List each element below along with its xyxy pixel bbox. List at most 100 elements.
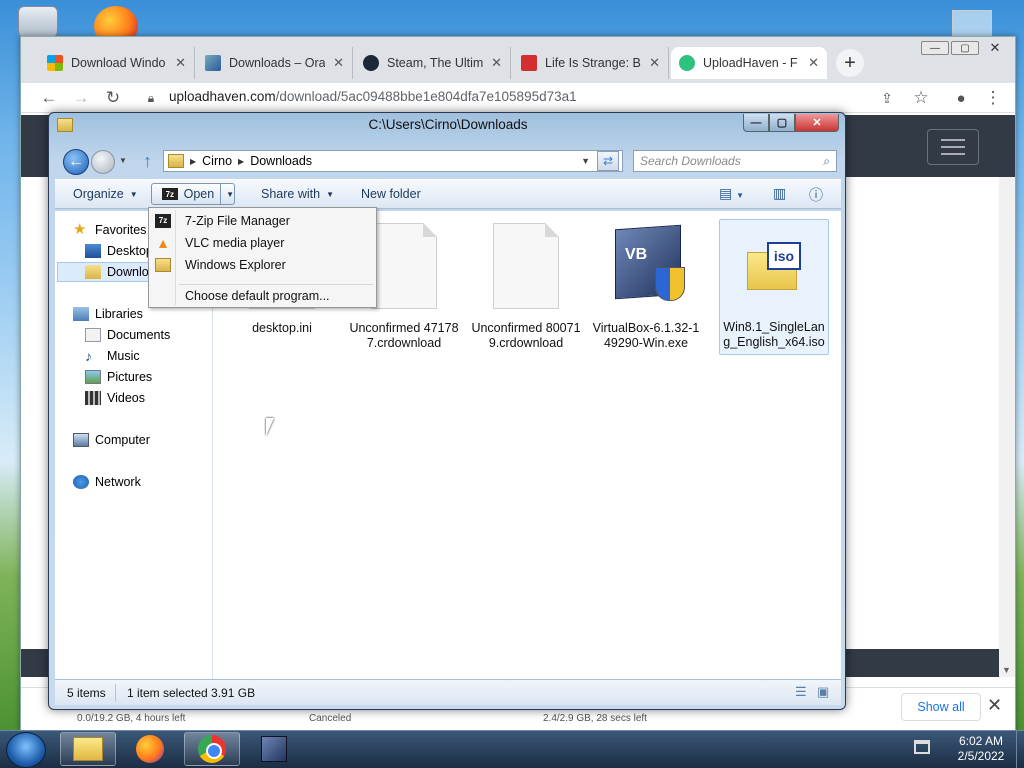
up-arrow-icon[interactable]: ↑ — [143, 151, 152, 172]
details-view-icon[interactable]: ☰ — [795, 684, 807, 700]
new-folder-button[interactable]: New folder — [361, 187, 421, 201]
change-view-icon[interactable]: ▤ ▼ — [719, 185, 744, 202]
network-tray-icon[interactable] — [914, 740, 930, 754]
explorer-window: C:\Users\Cirno\Downloads — ▢ ✕ ← ▼ ↑ ▶ C… — [48, 112, 846, 710]
search-input[interactable]: Search Downloads ⌕ — [633, 150, 837, 172]
item-count: 5 items — [67, 686, 106, 700]
menu-dots-icon[interactable]: ⋮ — [983, 88, 1003, 108]
nav-music[interactable]: ♪ Music — [85, 349, 140, 363]
pictures-icon — [85, 370, 101, 384]
chevron-down-icon[interactable]: ▼ — [581, 156, 590, 166]
star-icon[interactable]: ☆ — [911, 88, 931, 108]
download-item-1-status: 0.0/19.2 GB, 4 hours left — [77, 713, 186, 724]
start-button[interactable] — [6, 732, 46, 768]
iso-file-icon: iso — [731, 222, 817, 314]
minimize-button[interactable]: — — [921, 41, 949, 55]
close-icon[interactable]: ✕ — [649, 55, 660, 71]
nav-desktop[interactable]: Desktop — [85, 244, 155, 258]
tab-download-windows[interactable]: Download Windo ✕ — [39, 47, 195, 79]
file-icon — [483, 223, 569, 315]
open-with-menu: 7z 7-Zip File Manager ▲ VLC media player… — [148, 207, 377, 308]
explorer-maximize-button[interactable]: ▢ — [769, 114, 795, 132]
share-icon[interactable]: ⇪ — [877, 88, 897, 108]
organize-button[interactable]: Organize ▼ — [73, 187, 138, 201]
close-icon[interactable]: ✕ — [333, 55, 344, 71]
forward-arrow-icon[interactable]: → — [71, 88, 91, 108]
file-item-win81-iso[interactable]: iso Win8.1_SingleLang_English_x64.iso — [719, 219, 829, 355]
close-downloads-bar-icon[interactable]: ✕ — [987, 695, 1002, 716]
explorer-status-bar: 5 items 1 item selected 3.91 GB ☰ ▣ — [55, 679, 841, 705]
file-item-virtualbox-installer[interactable]: VB VirtualBox-6.1.32-149290-Win.exe — [591, 223, 701, 351]
explorer-close-button[interactable]: ✕ — [795, 114, 839, 132]
large-icons-view-icon[interactable]: ▣ — [817, 684, 829, 700]
virtualbox-installer-icon: VB — [603, 223, 689, 315]
back-button[interactable]: ← — [63, 149, 89, 175]
mouse-cursor — [266, 418, 274, 436]
profile-icon[interactable]: ● — [951, 88, 971, 108]
recent-pages-chevron-icon[interactable]: ▼ — [119, 156, 127, 165]
firefox-icon — [136, 735, 164, 763]
menu-item-vlc[interactable]: ▲ VLC media player — [151, 232, 374, 253]
tab-downloads-oracle[interactable]: Downloads – Ora ✕ — [197, 47, 353, 79]
taskbar-virtualbox[interactable] — [246, 732, 302, 766]
nav-downloads[interactable]: Downloads — [85, 265, 157, 279]
page-scrollbar[interactable]: ▼ — [999, 177, 1015, 677]
forward-button[interactable] — [91, 150, 115, 174]
tab-life-is-strange[interactable]: Life Is Strange: Be ✕ — [513, 47, 669, 79]
maximize-button[interactable]: ▢ — [951, 41, 979, 55]
nav-pictures[interactable]: Pictures — [85, 370, 152, 384]
open-dropdown-chevron-icon[interactable]: ▼ — [226, 190, 234, 199]
close-icon[interactable]: ✕ — [808, 55, 819, 71]
lock-icon[interactable]: 🔒︎ — [141, 88, 161, 108]
menu-item-windows-explorer[interactable]: Windows Explorer — [151, 254, 374, 275]
taskbar-clock[interactable]: 6:02 AM 2/5/2022 — [944, 734, 1018, 764]
close-window-button[interactable]: ✕ — [981, 40, 1009, 55]
nav-computer[interactable]: Computer — [73, 433, 150, 447]
share-with-button[interactable]: Share with ▼ — [261, 187, 334, 201]
downloads-folder-icon — [85, 265, 101, 279]
back-arrow-icon[interactable]: ← — [39, 88, 59, 108]
network-icon — [73, 475, 89, 489]
show-all-button[interactable]: Show all — [901, 693, 981, 721]
explorer-address-bar[interactable]: ▶ Cirno ▶ Downloads ▼ — [163, 150, 623, 172]
recycle-bin-icon[interactable] — [18, 6, 58, 40]
taskbar-firefox[interactable] — [122, 732, 178, 766]
steam-logo-icon — [363, 55, 379, 71]
nav-videos[interactable]: Videos — [85, 391, 145, 405]
menu-item-7zip[interactable]: 7z 7-Zip File Manager — [151, 210, 374, 231]
tab-steam[interactable]: Steam, The Ultim ✕ — [355, 47, 511, 79]
taskbar-explorer[interactable] — [60, 732, 116, 766]
refresh-button[interactable]: ⇄ — [597, 151, 619, 171]
hamburger-menu-icon[interactable] — [927, 129, 979, 165]
breadcrumb-downloads[interactable]: Downloads — [250, 154, 312, 168]
preview-pane-icon[interactable]: ▥ — [773, 185, 786, 202]
oracle-chart-icon — [205, 55, 221, 71]
reload-icon[interactable]: ↻ — [103, 88, 123, 108]
tab-uploadhaven[interactable]: UploadHaven - F ✕ — [671, 47, 827, 79]
explorer-minimize-button[interactable]: — — [743, 114, 769, 132]
help-icon[interactable]: ⓘ — [809, 185, 823, 205]
star-icon: ★ — [73, 221, 87, 238]
breadcrumb-cirno[interactable]: Cirno — [202, 154, 232, 168]
nav-libraries[interactable]: Libraries — [73, 307, 143, 321]
address-bar[interactable]: uploadhaven.com/download/5ac09488bbe1e80… — [169, 89, 577, 104]
new-tab-button[interactable]: + — [836, 49, 864, 77]
selection-summary: 1 item selected 3.91 GB — [127, 686, 256, 700]
close-icon[interactable]: ✕ — [175, 55, 186, 71]
documents-icon — [85, 328, 101, 342]
7zip-icon: 7z — [162, 188, 178, 200]
close-icon[interactable]: ✕ — [491, 55, 502, 71]
scroll-down-icon[interactable]: ▼ — [1002, 665, 1011, 675]
open-button[interactable]: 7z Open ▼ — [151, 183, 235, 205]
nav-documents[interactable]: Documents — [85, 328, 170, 342]
nav-favorites[interactable]: ★ Favorites — [73, 221, 146, 238]
menu-item-choose-default[interactable]: Choose default program... — [151, 285, 374, 306]
computer-icon — [73, 433, 89, 447]
file-item-unconfirmed-800719[interactable]: Unconfirmed 800719.crdownload — [471, 223, 581, 351]
desktop-icon — [85, 244, 101, 258]
taskbar-chrome[interactable] — [184, 732, 240, 766]
vlc-cone-icon: ▲ — [156, 234, 170, 251]
nav-network[interactable]: Network — [73, 475, 141, 489]
search-icon[interactable]: ⌕ — [823, 154, 830, 169]
show-desktop-button[interactable] — [1016, 730, 1024, 768]
